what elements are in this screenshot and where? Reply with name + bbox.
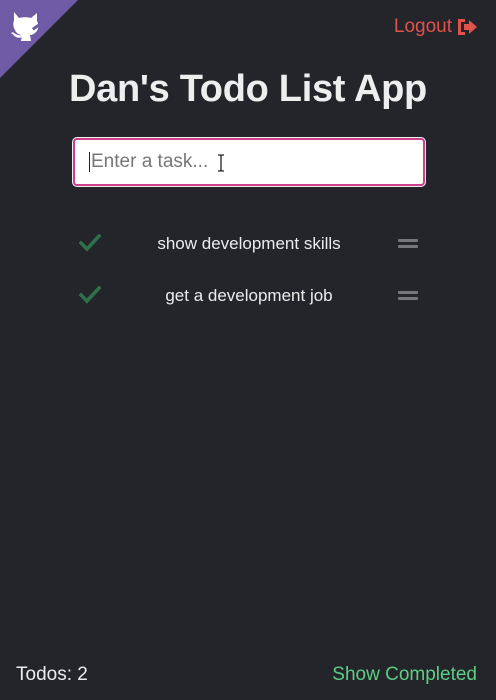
- todo-item[interactable]: show development skills: [72, 218, 426, 270]
- todo-text: get a development job: [165, 286, 333, 305]
- check-icon[interactable]: [79, 234, 101, 252]
- page-title: Dan's Todo List App: [69, 68, 427, 110]
- sign-out-icon: [458, 19, 477, 35]
- todo-count: Todos: 2: [16, 664, 88, 685]
- show-completed-button[interactable]: Show Completed: [332, 664, 477, 686]
- text-cursor-icon: [218, 154, 224, 172]
- drag-handle-icon[interactable]: [398, 291, 418, 300]
- check-icon[interactable]: [79, 286, 101, 304]
- github-corner-link[interactable]: [0, 0, 78, 78]
- drag-handle-icon[interactable]: [398, 239, 418, 248]
- octocat-icon: [11, 12, 42, 41]
- task-input[interactable]: [73, 138, 425, 186]
- logout-label: Logout: [393, 16, 452, 37]
- text-caret: [89, 152, 90, 172]
- todo-text: show development skills: [157, 234, 341, 253]
- logout-button[interactable]: Logout: [394, 16, 478, 38]
- todo-item[interactable]: get a development job: [72, 270, 426, 322]
- todo-list: show development skills get a developmen…: [72, 218, 426, 322]
